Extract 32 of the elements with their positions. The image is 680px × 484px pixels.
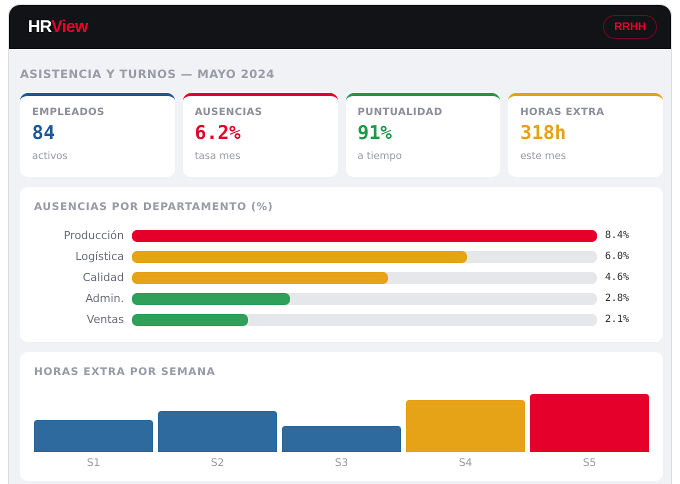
department-name: Admin. bbox=[84, 292, 124, 305]
week-label: S3 bbox=[334, 457, 350, 469]
week-label: S5 bbox=[582, 457, 598, 469]
department-reading: 6.0% bbox=[605, 251, 630, 262]
department-name: Calidad bbox=[82, 271, 124, 284]
department-reading: 8.4% bbox=[605, 230, 630, 241]
week-label: S4 bbox=[458, 457, 474, 469]
role-badge[interactable]: RRHH bbox=[603, 15, 657, 39]
kpi-label: HORAS EXTRA bbox=[520, 107, 606, 118]
department-name: Ventas bbox=[86, 313, 124, 326]
kpi-note: tasa mes bbox=[194, 151, 242, 162]
kpi-value: 318h bbox=[520, 122, 568, 144]
panel-title: HORAS EXTRA POR SEMANA bbox=[34, 366, 216, 378]
kpi-note: este mes bbox=[520, 151, 567, 162]
kpi-label: AUSENCIAS bbox=[194, 107, 264, 118]
page-title: ASISTENCIA Y TURNOS — MAYO 2024 bbox=[20, 67, 276, 81]
kpi-value: 6.2% bbox=[194, 122, 242, 144]
week-label: S2 bbox=[210, 457, 226, 469]
department-name: Producción bbox=[62, 229, 124, 242]
department-reading: 2.8% bbox=[605, 293, 630, 304]
kpi-note: a tiempo bbox=[358, 151, 403, 162]
department-reading: 4.6% bbox=[605, 272, 630, 283]
kpi-label: PUNTUALIDAD bbox=[358, 107, 444, 118]
department-name: Logística bbox=[74, 250, 124, 263]
week-label: S1 bbox=[86, 457, 102, 469]
kpi-note: activos bbox=[32, 151, 69, 162]
kpi-value: 91% bbox=[358, 122, 393, 144]
kpi-value: 84 bbox=[32, 122, 56, 144]
panel-title: AUSENCIAS POR DEPARTAMENTO (%) bbox=[34, 201, 274, 213]
kpi-label: EMPLEADOS bbox=[32, 107, 106, 118]
logo: HRView bbox=[28, 17, 88, 37]
department-reading: 2.1% bbox=[605, 314, 630, 325]
